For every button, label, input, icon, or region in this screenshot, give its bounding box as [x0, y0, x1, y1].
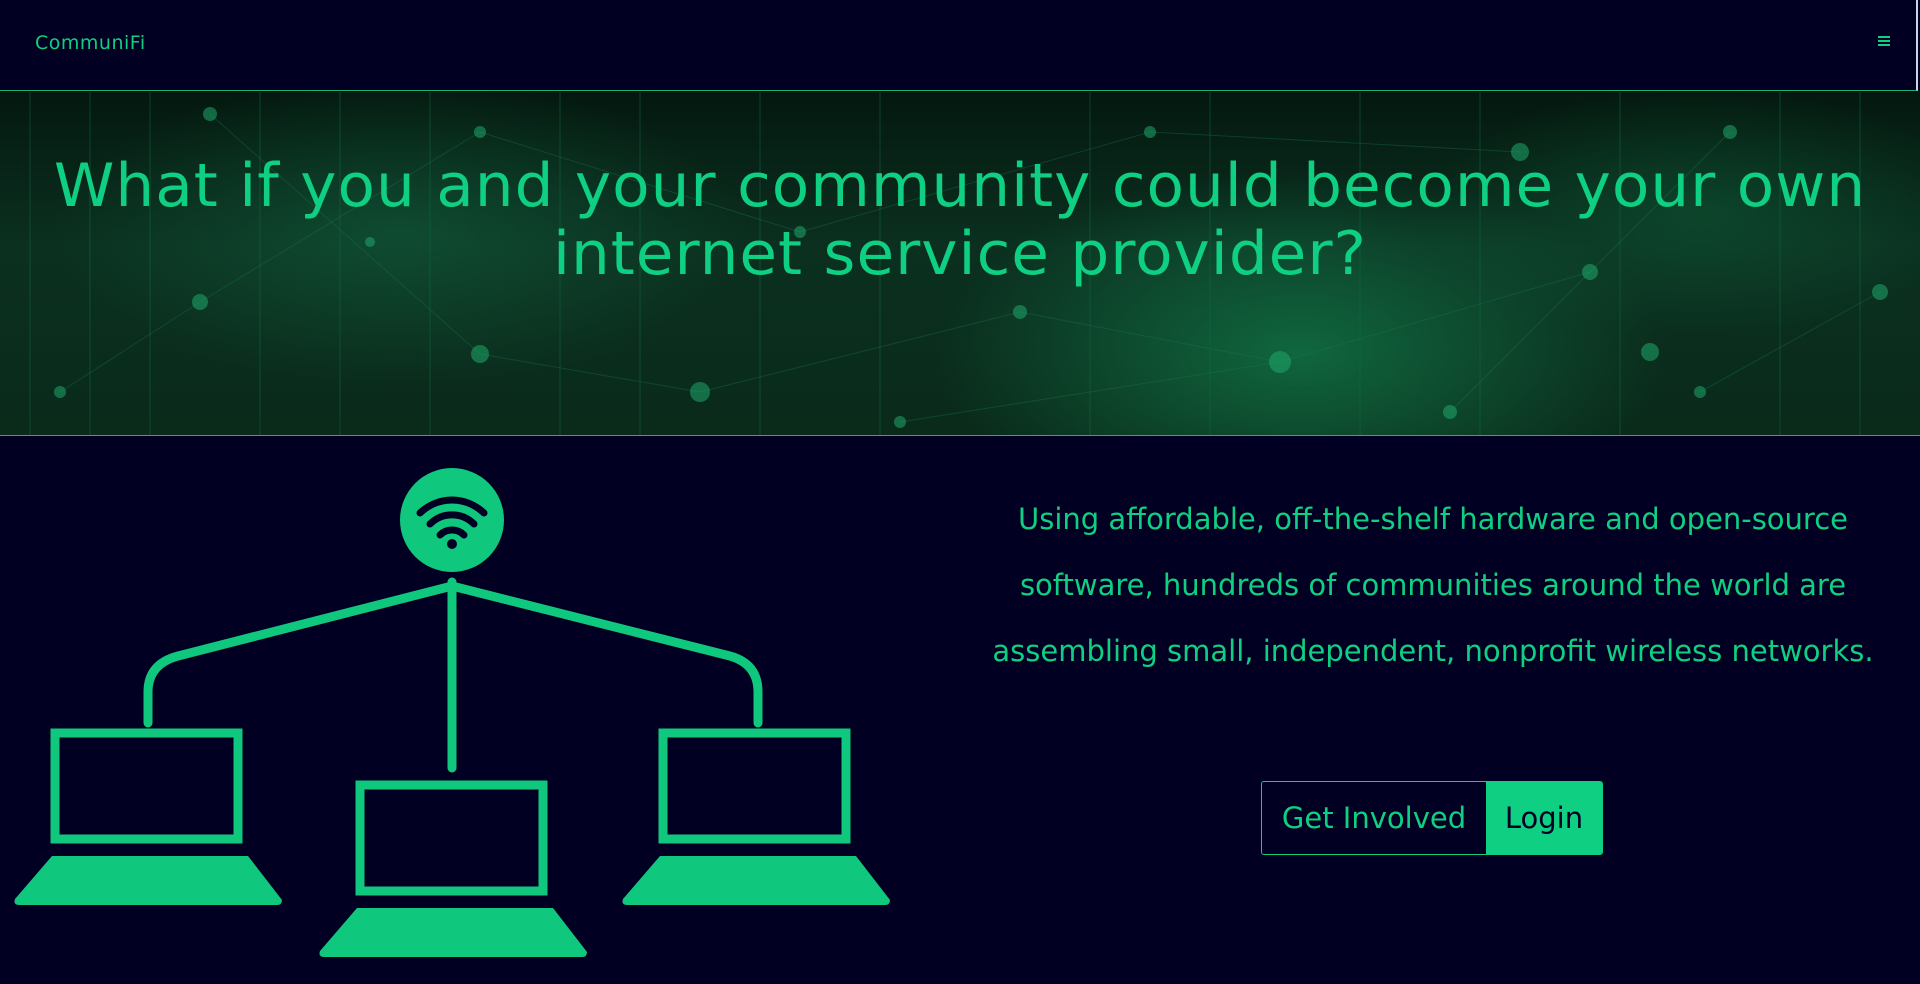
laptop-icon [319, 780, 587, 957]
wifi-icon [400, 468, 504, 572]
network-illustration [14, 468, 890, 957]
page: CommuniFi What if you and your community… [0, 0, 1920, 984]
hero-banner: What if you and your community could bec… [0, 92, 1920, 436]
login-button[interactable]: Login [1486, 782, 1602, 854]
cta-button-group: Get Involved Login [1261, 781, 1603, 855]
top-navbar: CommuniFi [0, 0, 1918, 91]
laptop-icon [14, 728, 282, 905]
intro-description: Using affordable, off-the-shelf hardware… [992, 502, 1874, 668]
brand-logo-link[interactable]: CommuniFi [35, 32, 146, 54]
hamburger-menu-icon[interactable] [1878, 36, 1890, 47]
laptop-icon [622, 728, 890, 905]
get-involved-button[interactable]: Get Involved [1262, 782, 1486, 854]
hero-title: What if you and your community could bec… [53, 151, 1867, 289]
